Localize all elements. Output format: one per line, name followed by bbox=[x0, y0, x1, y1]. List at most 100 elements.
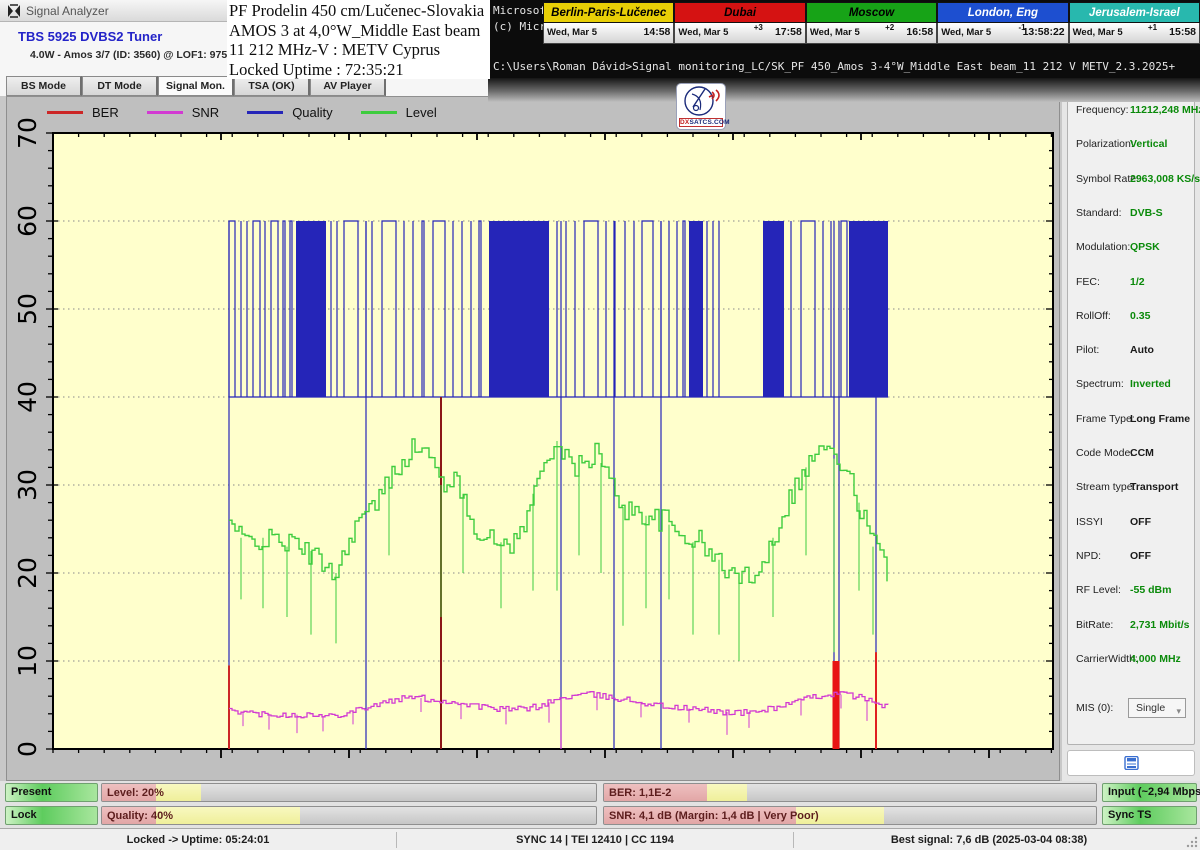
panel-row-value: Long Frame bbox=[1130, 413, 1190, 425]
clock-date: Wed, Mar 5 bbox=[547, 27, 597, 38]
chevron-down-icon: ▾ bbox=[1176, 702, 1181, 720]
legend-item-level: Level bbox=[361, 105, 437, 120]
svg-text:50: 50 bbox=[13, 293, 42, 325]
panel-row-value: Auto bbox=[1130, 344, 1154, 356]
status-bar: Locked -> Uptime: 05:24:01 SYNC 14 | TEI… bbox=[0, 828, 1200, 850]
panel-row-label: NPD: bbox=[1076, 550, 1101, 562]
panel-row-value: DVB-S bbox=[1130, 207, 1163, 219]
tab-bs-mode[interactable]: BS Mode bbox=[6, 76, 82, 96]
save-button[interactable] bbox=[1067, 750, 1195, 776]
clock-dubai: Dubai Wed, Mar 5 +3 17:58 bbox=[674, 2, 805, 44]
quality-line-swatch bbox=[247, 111, 283, 114]
panel-row-value: -55 dBm bbox=[1130, 584, 1171, 596]
ber-gauge: BER: 1,1E-2 bbox=[603, 783, 1097, 802]
ber-line-swatch bbox=[47, 111, 83, 114]
panel-row-value: Vertical bbox=[1130, 138, 1167, 150]
clock-city: London, Eng bbox=[937, 2, 1068, 23]
svg-text:60: 60 bbox=[13, 205, 42, 237]
resize-grip[interactable] bbox=[1185, 835, 1198, 848]
annotation-line-3: 11 212 MHz-V : METV Cyprus bbox=[229, 40, 490, 60]
annotation-line-4: Locked Uptime : 72:35:21 bbox=[229, 60, 490, 80]
annotation-line-1: PF Prodelin 450 cm/Lučenec-Slovakia bbox=[229, 1, 490, 21]
tab-av-player[interactable]: AV Player bbox=[310, 76, 386, 96]
panel-row-value: 0.35 bbox=[1130, 310, 1150, 322]
panel-row-value: 2,731 Mbit/s bbox=[1130, 619, 1190, 631]
panel-row-value: 2963,008 KS/s bbox=[1130, 173, 1200, 185]
console-banner-line2: (c) Micr bbox=[493, 20, 546, 33]
legend-item-quality: Quality bbox=[247, 105, 332, 120]
legend-item-snr: SNR bbox=[147, 105, 219, 120]
svg-text:70: 70 bbox=[13, 117, 42, 149]
clock-city: Dubai bbox=[674, 2, 805, 23]
panel-row-label: Stream type: bbox=[1076, 481, 1136, 493]
svg-text:0: 0 bbox=[13, 741, 42, 757]
clock-city: Berlin-Paris-Lučenec bbox=[543, 2, 674, 23]
mis-label: MIS (0): bbox=[1076, 702, 1113, 714]
clock-time: 14:58 bbox=[644, 26, 671, 38]
snr-line-swatch bbox=[147, 111, 183, 114]
panel-row-label: Standard: bbox=[1076, 207, 1122, 219]
panel-row-value: CCM bbox=[1130, 447, 1154, 459]
clock-utc-offset: +3 bbox=[754, 23, 763, 32]
signal-analyzer-window: Signal Analyzer TBS 5925 DVBS2 Tuner 4.0… bbox=[0, 0, 1200, 850]
clock-london: London, Eng Wed, Mar 5 -1 13:58:22 bbox=[937, 2, 1068, 44]
panel-row-label: Frequency: bbox=[1076, 104, 1129, 116]
panel-row-value: OFF bbox=[1130, 516, 1151, 528]
lock-indicator: Lock bbox=[5, 806, 98, 825]
clock-utc-offset: +2 bbox=[885, 23, 894, 32]
level-gauge: Level: 20% bbox=[101, 783, 597, 802]
plot-area: 010203040506070 bbox=[7, 97, 1061, 782]
tab-signal-mon[interactable]: Signal Mon. bbox=[158, 76, 234, 96]
world-clocks: Berlin-Paris-Lučenec Wed, Mar 5 14:58 Du… bbox=[543, 2, 1200, 44]
clock-date: Wed, Mar 5 bbox=[810, 27, 860, 38]
tab-tsa[interactable]: TSA (OK) bbox=[234, 76, 310, 96]
panel-row-value: Inverted bbox=[1130, 378, 1171, 390]
dxsatcs-logo: DXSATCS.COM bbox=[676, 83, 726, 130]
clock-city: Moscow bbox=[806, 2, 937, 23]
app-icon bbox=[7, 4, 21, 18]
svg-text:10: 10 bbox=[13, 645, 42, 677]
window-title: Signal Analyzer bbox=[26, 4, 109, 18]
level-line-swatch bbox=[361, 111, 397, 114]
mode-tabs: BS Mode DT Mode Signal Mon. TSA (OK) AV … bbox=[6, 76, 386, 96]
clock-time: 16:58 bbox=[906, 26, 933, 38]
chart-legend: BER SNR Quality Level bbox=[47, 103, 437, 121]
panel-row-label: Code Mode: bbox=[1076, 447, 1133, 459]
console-prompt: C:\Users\Roman Dávid>Signal monitoring_L… bbox=[493, 60, 1175, 73]
status-sync: SYNC 14 | TEI 12410 | CC 1194 bbox=[397, 829, 793, 850]
clock-moscow: Moscow Wed, Mar 5 +2 16:58 bbox=[806, 2, 937, 44]
satellite-dish-icon bbox=[679, 85, 723, 119]
clock-utc-offset: +1 bbox=[1148, 23, 1157, 32]
legend-item-ber: BER bbox=[47, 105, 119, 120]
panel-row-value: QPSK bbox=[1130, 241, 1160, 253]
panel-row-label: BitRate: bbox=[1076, 619, 1113, 631]
panel-row-value: 4,000 MHz bbox=[1130, 653, 1181, 665]
clock-berlin: Berlin-Paris-Lučenec Wed, Mar 5 14:58 bbox=[543, 2, 674, 44]
svg-text:20: 20 bbox=[13, 557, 42, 589]
panel-row-value: Transport bbox=[1130, 481, 1178, 493]
annotation-line-2: AMOS 3 at 4,0°W_Middle East beam bbox=[229, 21, 490, 41]
panel-row-label: ISSYI bbox=[1076, 516, 1103, 528]
console-shadow bbox=[488, 78, 1200, 102]
panel-row-label: Spectrum: bbox=[1076, 378, 1124, 390]
panel-row-label: Pilot: bbox=[1076, 344, 1099, 356]
clock-date: Wed, Mar 5 bbox=[678, 27, 728, 38]
panel-row-label: RF Level: bbox=[1076, 584, 1121, 596]
disk-icon bbox=[1124, 756, 1139, 770]
panel-row-label: RollOff: bbox=[1076, 310, 1111, 322]
clock-time: 13:58:22 bbox=[1023, 26, 1065, 38]
panel-row-value: 1/2 bbox=[1130, 276, 1145, 288]
status-best-signal: Best signal: 7,6 dB (2025-03-04 08:38) bbox=[794, 829, 1184, 850]
input-indicator: Input (~2,94 Mbps) bbox=[1102, 783, 1197, 802]
sync-ts-indicator: Sync TS bbox=[1102, 806, 1197, 825]
transponder-groupbox: Transponder [3] Frequency:11212,248 MHzP… bbox=[1067, 85, 1195, 745]
mis-dropdown[interactable]: Single ▾ bbox=[1128, 698, 1186, 718]
panel-row-value: OFF bbox=[1130, 550, 1151, 562]
panel-row-label: CarrierWidth: bbox=[1076, 653, 1138, 665]
dxsatcs-logo-text: DXSATCS.COM bbox=[679, 118, 723, 127]
svg-text:30: 30 bbox=[13, 469, 42, 501]
clock-time: 17:58 bbox=[775, 26, 802, 38]
status-uptime: Locked -> Uptime: 05:24:01 bbox=[0, 829, 396, 850]
clock-time: 15:58 bbox=[1169, 26, 1196, 38]
tab-dt-mode[interactable]: DT Mode bbox=[82, 76, 158, 96]
